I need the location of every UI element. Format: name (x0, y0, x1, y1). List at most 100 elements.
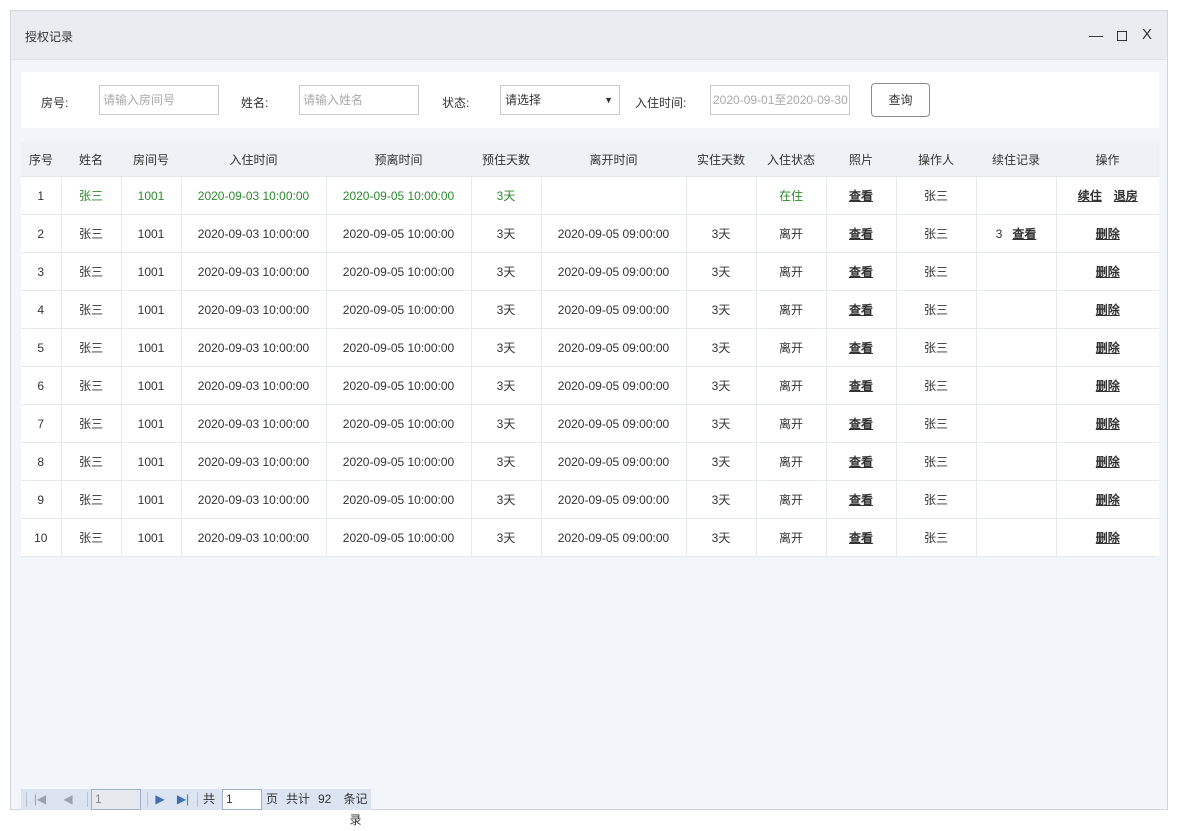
view-photo-link[interactable]: 查看 (849, 265, 873, 279)
cell-expected-leave: 2020-09-05 10:00:00 (326, 480, 472, 519)
cell-actual-days: 3天 (686, 480, 757, 519)
column-header: 续住记录 (976, 142, 1056, 177)
cell-actions: 删除 (1056, 252, 1159, 291)
cell-name: 张三 (61, 176, 122, 215)
cell-expected-days: 3天 (471, 366, 542, 405)
view-photo-link[interactable]: 查看 (849, 189, 873, 203)
delete-link[interactable]: 删除 (1096, 493, 1120, 507)
status-select[interactable]: 请选择 ▼ (500, 85, 620, 115)
title-bar: 授权记录 — X (11, 11, 1167, 60)
cell-leave: 2020-09-05 09:00:00 (541, 480, 687, 519)
cell-no: 8 (21, 442, 62, 481)
total-prefix: 共 (203, 792, 216, 806)
records-suffix: 条记录 (343, 792, 368, 827)
cell-operator: 张三 (896, 404, 977, 443)
cell-expected-days: 3天 (471, 176, 542, 215)
view-photo-link[interactable]: 查看 (849, 379, 873, 393)
name-label: 姓名: (241, 96, 269, 110)
cell-renew-record (976, 366, 1057, 405)
cell-expected-leave: 2020-09-05 10:00:00 (326, 366, 472, 405)
cell-expected-leave: 2020-09-05 10:00:00 (326, 404, 472, 443)
cell-operator: 张三 (896, 480, 977, 519)
cell-renew-record (976, 290, 1057, 329)
cell-expected-leave: 2020-09-05 10:00:00 (326, 518, 472, 557)
cell-renew-record (976, 252, 1057, 291)
column-header: 预离时间 (326, 142, 471, 177)
cell-name: 张三 (61, 404, 122, 443)
column-header: 序号 (21, 142, 61, 177)
cell-checkin: 2020-09-03 10:00:00 (181, 252, 327, 291)
cell-expected-days: 3天 (471, 328, 542, 367)
table-row: 2 张三 1001 2020-09-03 10:00:00 2020-09-05 10:… (21, 214, 1159, 253)
cell-expected-days: 3天 (471, 252, 542, 291)
cell-name: 张三 (61, 366, 122, 405)
date-range-input[interactable]: 2020-09-01至2020-09-30 (710, 85, 850, 115)
prev-page-icon[interactable]: ◀ (59, 789, 77, 810)
cell-checkin: 2020-09-03 10:00:00 (181, 366, 327, 405)
cell-no: 10 (21, 518, 62, 557)
cell-expected-days: 3天 (471, 404, 542, 443)
current-page-input[interactable]: 1 (91, 789, 141, 810)
query-button[interactable]: 查询 (871, 83, 930, 117)
cell-status: 离开 (756, 290, 827, 329)
next-page-icon[interactable]: ▶ (151, 789, 169, 810)
table-row: 9 张三 1001 2020-09-03 10:00:00 2020-09-05 10:… (21, 480, 1159, 519)
delete-link[interactable]: 删除 (1096, 265, 1120, 279)
cell-photo: 查看 (826, 252, 897, 291)
view-photo-link[interactable]: 查看 (849, 303, 873, 317)
delete-link[interactable]: 删除 (1096, 531, 1120, 545)
maximize-icon[interactable] (1111, 24, 1133, 46)
cell-leave: 2020-09-05 09:00:00 (541, 404, 687, 443)
delete-link[interactable]: 删除 (1096, 303, 1120, 317)
cell-photo: 查看 (826, 442, 897, 481)
cell-room: 1001 (121, 480, 182, 519)
cell-leave: 2020-09-05 09:00:00 (541, 366, 687, 405)
name-input[interactable] (299, 85, 419, 115)
cell-actions: 删除 (1056, 328, 1159, 367)
checkin-time-label: 入住时间: (635, 96, 687, 110)
cell-status: 离开 (756, 404, 827, 443)
cell-actions: 删除 (1056, 366, 1159, 405)
delete-link[interactable]: 删除 (1096, 227, 1120, 241)
cell-room: 1001 (121, 214, 182, 253)
checkout-link[interactable]: 退房 (1114, 189, 1138, 203)
table-row: 3 张三 1001 2020-09-03 10:00:00 2020-09-05 10:… (21, 252, 1159, 291)
cell-leave: 2020-09-05 09:00:00 (541, 214, 687, 253)
room-label: 房号: (41, 96, 69, 110)
view-photo-link[interactable]: 查看 (849, 455, 873, 469)
cell-expected-days: 3天 (471, 442, 542, 481)
view-renew-link[interactable]: 查看 (1012, 227, 1036, 241)
delete-link[interactable]: 删除 (1096, 341, 1120, 355)
minimize-icon[interactable]: — (1085, 24, 1107, 46)
cell-photo: 查看 (826, 480, 897, 519)
dropdown-arrow-icon: ▼ (604, 95, 613, 105)
table-row: 4 张三 1001 2020-09-03 10:00:00 2020-09-05 10:… (21, 290, 1159, 329)
view-photo-link[interactable]: 查看 (849, 493, 873, 507)
cell-expected-days: 3天 (471, 290, 542, 329)
cell-no: 2 (21, 214, 62, 253)
cell-actual-days (686, 176, 757, 215)
column-header: 照片 (826, 142, 896, 177)
cell-photo: 查看 (826, 214, 897, 253)
cell-actions: 删除 (1056, 404, 1159, 443)
room-input[interactable] (99, 85, 219, 115)
delete-link[interactable]: 删除 (1096, 455, 1120, 469)
cell-renew-record (976, 442, 1057, 481)
delete-link[interactable]: 删除 (1096, 417, 1120, 431)
renew-link[interactable]: 续住 (1078, 189, 1102, 203)
view-photo-link[interactable]: 查看 (849, 417, 873, 431)
cell-photo: 查看 (826, 176, 897, 215)
first-page-icon[interactable]: |◀ (31, 789, 49, 810)
close-button[interactable]: X (1136, 24, 1158, 46)
renew-count: 3 (995, 227, 1003, 241)
cell-actual-days: 3天 (686, 328, 757, 367)
table-row: 7 张三 1001 2020-09-03 10:00:00 2020-09-05 10:… (21, 404, 1159, 443)
cell-status: 离开 (756, 518, 827, 557)
view-photo-link[interactable]: 查看 (849, 227, 873, 241)
cell-no: 5 (21, 328, 62, 367)
last-page-icon[interactable]: ▶| (174, 789, 192, 810)
view-photo-link[interactable]: 查看 (849, 531, 873, 545)
view-photo-link[interactable]: 查看 (849, 341, 873, 355)
delete-link[interactable]: 删除 (1096, 379, 1120, 393)
page-jump-input[interactable]: 1 (222, 789, 262, 810)
